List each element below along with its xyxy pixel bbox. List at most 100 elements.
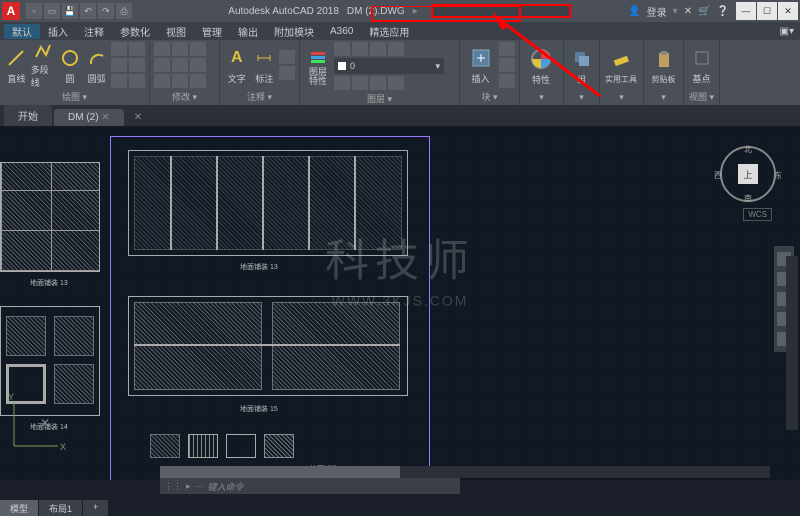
app-icon[interactable]: A	[2, 2, 20, 20]
layout1-tab[interactable]: 布局1	[39, 500, 82, 516]
qat-print-icon[interactable]: ⎙	[116, 3, 132, 19]
view-cube[interactable]: 上 北 南 西 东	[720, 146, 776, 202]
draw-small-icon[interactable]	[111, 74, 127, 88]
cart-icon[interactable]: 🛒	[698, 6, 710, 17]
close-button[interactable]: ✕	[778, 2, 798, 20]
layer-icon[interactable]	[370, 76, 386, 90]
tab-insert[interactable]: 插入	[40, 24, 76, 39]
filetab-dm2[interactable]: DM (2) ✕	[54, 109, 124, 126]
tab-annotate[interactable]: 注释	[76, 24, 112, 39]
panel-annotate-label[interactable]: 注释 ▾	[224, 88, 295, 103]
tab-featured[interactable]: 精选应用	[361, 24, 417, 39]
draw-small-icon[interactable]	[111, 42, 127, 56]
wcs-label[interactable]: WCS	[743, 208, 772, 221]
trim-icon[interactable]	[190, 42, 206, 56]
app-name: Autodesk AutoCAD 2018	[228, 6, 339, 17]
panel-view-label[interactable]: 视图 ▾	[688, 88, 715, 103]
tab-addons[interactable]: 附加模块	[266, 24, 322, 39]
line-button[interactable]: 直线	[4, 42, 29, 88]
draw-small-icon[interactable]	[129, 58, 145, 72]
scrollbar-thumb[interactable]	[160, 466, 400, 478]
layer-properties-button[interactable]: 图层 特性	[304, 46, 332, 86]
viewcube-south[interactable]: 南	[744, 193, 752, 204]
add-layout-button[interactable]: +	[83, 500, 108, 516]
layer-dropdown[interactable]: 0▾	[334, 58, 444, 74]
tab-a360[interactable]: A360	[322, 26, 361, 37]
scale-icon[interactable]	[172, 74, 188, 88]
ribbon-collapse-icon[interactable]: ▣▾	[772, 26, 800, 37]
text-button[interactable]: A文字	[224, 42, 250, 88]
tab-manage[interactable]: 管理	[194, 24, 230, 39]
array-icon[interactable]	[190, 74, 206, 88]
polyline-button[interactable]: 多段线	[31, 42, 56, 88]
table-icon[interactable]	[279, 66, 295, 80]
viewcube-top-face[interactable]: 上	[738, 164, 758, 184]
draw-small-icon[interactable]	[111, 58, 127, 72]
panel-block-label[interactable]: 块 ▾	[464, 88, 515, 103]
layer-off-icon[interactable]	[334, 42, 350, 56]
cmd-handle-icon[interactable]: ⋮⋮	[164, 481, 182, 492]
copy-icon[interactable]	[154, 58, 170, 72]
exchange-icon[interactable]: ✕	[684, 6, 692, 17]
layer-icon[interactable]	[334, 76, 350, 90]
viewcube-west[interactable]: 西	[714, 170, 722, 181]
layer-freeze-icon[interactable]	[352, 42, 368, 56]
qat-new-icon[interactable]: ▫	[26, 3, 42, 19]
layer-icon[interactable]	[388, 76, 404, 90]
tab-default[interactable]: 默认	[4, 24, 40, 39]
layer-icon[interactable]	[352, 76, 368, 90]
layer-match-icon[interactable]	[388, 42, 404, 56]
viewcube-north[interactable]: 北	[744, 144, 752, 155]
base-button[interactable]: 基点	[688, 42, 715, 88]
mirror-icon[interactable]	[172, 58, 188, 72]
qat-save-icon[interactable]: 💾	[62, 3, 78, 19]
command-line[interactable]: ⋮⋮ ▸ — 键入命令	[160, 478, 460, 494]
layer-lock-icon[interactable]	[370, 42, 386, 56]
draw-small-icon[interactable]	[129, 42, 145, 56]
svg-text:X: X	[60, 442, 66, 452]
tab-view[interactable]: 视图	[158, 24, 194, 39]
maximize-button[interactable]: ☐	[757, 2, 777, 20]
drawing-area[interactable]: 地面铺装 13 地面铺装 14 地面铺装 13 地面铺装 15 地面铺装 16 …	[0, 126, 800, 480]
login-link[interactable]: 登录	[647, 4, 667, 19]
tab-parametric[interactable]: 参数化	[112, 24, 158, 39]
edit-block-icon[interactable]	[499, 58, 515, 72]
cmd-input[interactable]: 键入命令	[208, 480, 244, 493]
leader-icon[interactable]	[279, 50, 295, 64]
qat-open-icon[interactable]: ▭	[44, 3, 60, 19]
properties-button[interactable]: 特性	[524, 43, 558, 89]
stretch-icon[interactable]	[154, 74, 170, 88]
tab-output[interactable]: 输出	[230, 24, 266, 39]
horizontal-scrollbar[interactable]	[160, 466, 770, 478]
model-tab[interactable]: 模型	[0, 500, 38, 516]
move-icon[interactable]	[154, 42, 170, 56]
panel-draw-label[interactable]: 绘图 ▾	[4, 88, 145, 103]
measure-button[interactable]: 实用工具	[604, 43, 638, 89]
group-button[interactable]: 组	[568, 43, 595, 89]
ribbon: 直线 多段线 圆 圆弧 绘图 ▾ 修改 ▾ A文字 标注	[0, 40, 800, 106]
dimension-button[interactable]: 标注	[252, 42, 278, 88]
qat-undo-icon[interactable]: ↶	[80, 3, 96, 19]
vertical-scrollbar[interactable]	[786, 256, 798, 430]
arc-button[interactable]: 圆弧	[84, 42, 109, 88]
help-search-input[interactable]	[432, 4, 572, 18]
help-icon[interactable]: ❔	[717, 6, 729, 17]
fillet-icon[interactable]	[190, 58, 206, 72]
ribbon-tabs: 默认 插入 注释 参数化 视图 管理 输出 附加模块 A360 精选应用 ▣▾	[0, 22, 800, 40]
minimize-button[interactable]: —	[736, 2, 756, 20]
create-block-icon[interactable]	[499, 42, 515, 56]
user-icon[interactable]: 👤	[628, 6, 640, 17]
filetab-start[interactable]: 开始	[4, 105, 52, 126]
filetab-add-button[interactable]: ✕	[126, 109, 150, 126]
circle-button[interactable]: 圆	[58, 42, 83, 88]
panel-modify-label[interactable]: 修改 ▾	[154, 88, 215, 103]
paste-button[interactable]: 剪贴板	[648, 43, 679, 89]
edit-attr-icon[interactable]	[499, 74, 515, 88]
rotate-icon[interactable]	[172, 42, 188, 56]
viewcube-east[interactable]: 东	[774, 170, 782, 181]
insert-button[interactable]: 插入	[464, 42, 497, 88]
qat-redo-icon[interactable]: ↷	[98, 3, 114, 19]
panel-layer-label[interactable]: 图层 ▾	[304, 90, 455, 105]
title-chevron-icon[interactable]: ▸	[413, 6, 418, 17]
draw-small-icon[interactable]	[129, 74, 145, 88]
